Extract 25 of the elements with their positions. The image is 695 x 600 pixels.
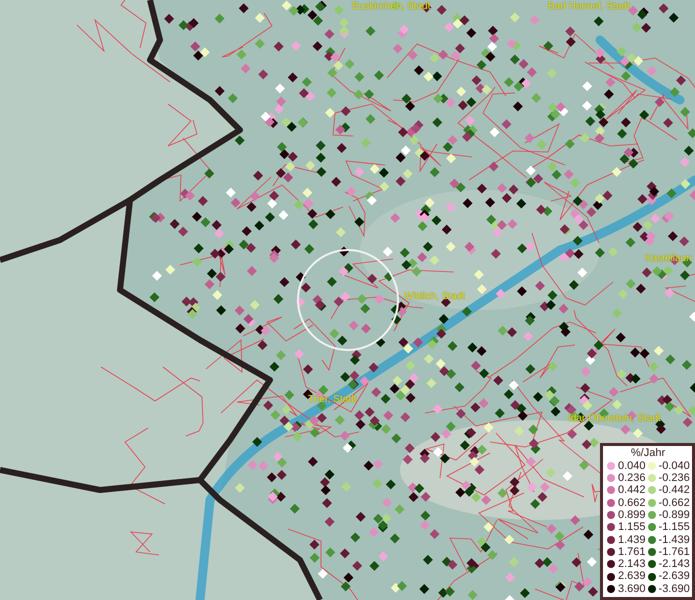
legend-value: -3.690 [658, 582, 690, 595]
legend-value: -2.143 [658, 558, 690, 570]
legend-value: -0.442 [658, 484, 690, 497]
legend-value: 0.662 [618, 496, 646, 509]
legend-value: 2.639 [618, 570, 646, 583]
legend-value: 1.439 [618, 534, 646, 546]
legend-value: 2.143 [618, 558, 646, 570]
legend-value: -0.662 [658, 496, 690, 509]
legend-value: 0.236 [618, 472, 646, 484]
legend-value: 0.442 [618, 484, 646, 497]
legend-value: 0.040 [618, 460, 646, 472]
legend-title: %/Jahr [630, 446, 666, 460]
legend-value: -1.439 [658, 534, 690, 546]
legend-value: -0.040 [658, 460, 690, 472]
legend-value: 0.899 [618, 508, 646, 522]
legend-value: -2.639 [658, 570, 690, 583]
legend-value: -0.236 [658, 472, 690, 484]
legend-value: 1.761 [618, 546, 646, 558]
legend-value: -1.155 [658, 521, 690, 534]
legend-value: -0.899 [658, 508, 690, 522]
place-label: Wittlich, Stadt [404, 292, 466, 302]
place-label: Bad Honnef, Stadt [548, 2, 630, 12]
legend-value: 1.155 [618, 521, 646, 534]
legend-value: -1.761 [658, 546, 690, 558]
legend-value: 3.690 [618, 582, 646, 595]
